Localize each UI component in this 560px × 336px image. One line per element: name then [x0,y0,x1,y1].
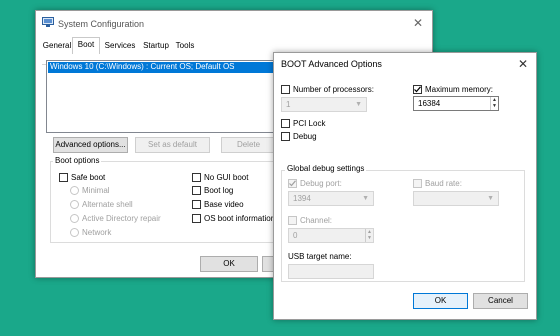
spinner-arrows-icon[interactable]: ▲ ▼ [490,97,498,110]
advanced-options-label: Advanced options... [55,140,126,149]
number-of-processors-value: 1 [286,100,291,109]
debug-port-checkbox[interactable] [288,179,297,188]
os-entry-text: Windows 10 (C:\Windows) : Current OS; De… [50,62,235,71]
debug-label: Debug [293,132,317,141]
boot-log-checkbox[interactable] [192,186,201,195]
active-directory-repair-radio[interactable] [70,214,79,223]
set-as-default-label: Set as default [148,140,197,149]
system-configuration-icon [42,17,54,27]
maximum-memory-value: 16384 [418,99,441,108]
alternate-shell-radio[interactable] [70,200,79,209]
network-label: Network [82,228,112,237]
number-of-processors-label: Number of processors: [293,85,374,94]
syscfg-ok-label: OK [223,259,235,268]
advanced-options-button[interactable]: Advanced options... [53,137,128,153]
spinner-arrows-icon[interactable]: ▲ ▼ [365,229,373,242]
no-gui-boot-label: No GUI boot [204,173,249,182]
close-icon[interactable]: ✕ [413,17,423,29]
dialog-ok-label: OK [434,296,447,305]
maximum-memory-label: Maximum memory: [425,85,494,94]
dialog-title: BOOT Advanced Options [281,59,382,69]
dialog-ok-button[interactable]: OK [413,293,468,309]
baud-rate-checkbox[interactable] [413,179,422,188]
tab-boot[interactable]: Boot [72,37,100,54]
minimal-radio[interactable] [70,186,79,195]
dialog-cancel-button[interactable]: Cancel [473,293,528,309]
maximum-memory-input[interactable]: 16384 ▲ ▼ [413,96,499,111]
pci-lock-checkbox[interactable] [281,119,290,128]
active-directory-repair-label: Active Directory repair [82,214,161,223]
baud-rate-label: Baud rate: [425,179,462,188]
tab-general[interactable]: General [42,39,72,54]
os-list-item[interactable]: Windows 10 (C:\Windows) : Current OS; De… [48,62,274,73]
channel-label: Channel: [300,216,333,225]
chevron-down-icon: ▼ [487,195,494,202]
usb-target-name-input[interactable] [288,264,374,279]
syscfg-ok-button[interactable]: OK [200,256,258,272]
no-gui-boot-checkbox[interactable] [192,173,201,182]
checkmark-icon [289,180,296,187]
tab-services[interactable]: Services [102,39,138,54]
baud-rate-select[interactable]: ▼ [413,191,499,206]
os-boot-information-checkbox[interactable] [192,214,201,223]
boot-log-label: Boot log [204,186,234,195]
checkmark-icon [414,86,421,93]
delete-button[interactable]: Delete [221,137,276,153]
chevron-down-icon: ▼ [362,195,369,202]
minimal-label: Minimal [82,186,110,195]
boot-options-label: Boot options [53,156,102,166]
network-radio[interactable] [70,228,79,237]
channel-checkbox[interactable] [288,216,297,225]
dialog-close-icon[interactable]: ✕ [518,58,528,70]
global-debug-settings-label: Global debug settings [285,164,367,174]
alternate-shell-label: Alternate shell [82,200,133,209]
window-title: System Configuration [58,19,145,29]
base-video-label: Base video [204,200,244,209]
set-as-default-button[interactable]: Set as default [135,137,210,153]
os-boot-information-label: OS boot information [204,214,276,223]
channel-value: 0 [293,231,298,240]
base-video-checkbox[interactable] [192,200,201,209]
debug-port-value: 1394 [293,194,311,203]
maximum-memory-checkbox[interactable] [413,85,422,94]
channel-input[interactable]: 0 ▲ ▼ [288,228,374,243]
syscfg-titlebar[interactable]: System Configuration ✕ [36,11,432,37]
delete-label: Delete [236,140,261,149]
os-list[interactable]: Windows 10 (C:\Windows) : Current OS; De… [46,60,276,133]
chevron-down-icon: ▼ [355,101,362,108]
number-of-processors-select[interactable]: 1 ▼ [281,97,367,112]
debug-checkbox[interactable] [281,132,290,141]
number-of-processors-checkbox[interactable] [281,85,290,94]
safe-boot-label: Safe boot [71,173,106,182]
tab-tools[interactable]: Tools [173,39,197,54]
tab-startup[interactable]: Startup [140,39,172,54]
debug-port-select[interactable]: 1394 ▼ [288,191,374,206]
pci-lock-label: PCI Lock [293,119,326,128]
safe-boot-checkbox[interactable] [59,173,68,182]
dialog-cancel-label: Cancel [488,296,513,305]
usb-target-name-label: USB target name: [288,252,352,261]
debug-port-label: Debug port: [300,179,342,188]
